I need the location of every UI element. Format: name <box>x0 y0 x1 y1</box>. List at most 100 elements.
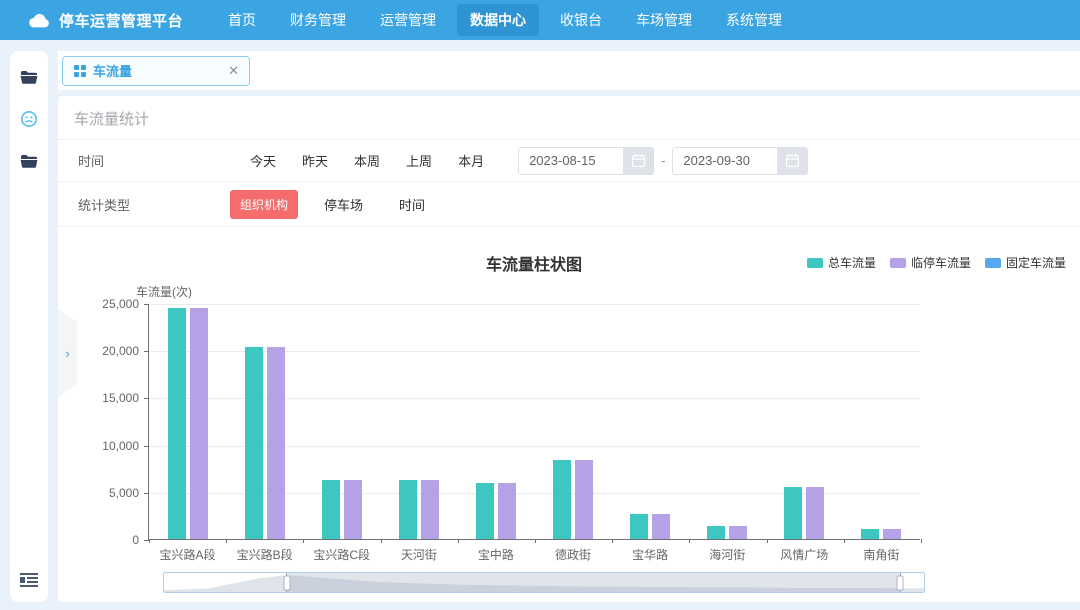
sidebar <box>10 51 48 602</box>
menu-item-财务管理[interactable]: 财务管理 <box>277 4 359 36</box>
legend-item-总车流量[interactable]: 总车流量 <box>807 254 876 271</box>
date-range-separator: - <box>661 153 665 168</box>
bar-临停车流量 <box>344 480 362 539</box>
menu-item-数据中心[interactable]: 数据中心 <box>457 4 539 36</box>
bar-group-宝兴路B段: 宝兴路B段 <box>226 304 303 539</box>
bar-临停车流量 <box>575 460 593 539</box>
x-tick-mark <box>303 539 304 543</box>
x-axis-label: 宝中路 <box>457 546 534 563</box>
start-date-input[interactable] <box>519 153 623 168</box>
bar-group-天河街: 天河街 <box>380 304 457 539</box>
bar-临停车流量 <box>729 526 747 539</box>
bar-临停车流量 <box>652 514 670 539</box>
x-tick-mark <box>612 539 613 543</box>
grid-icon <box>73 64 86 77</box>
tab-traffic-flow[interactable]: 车流量 ✕ <box>62 56 250 86</box>
legend-label: 临停车流量 <box>911 254 971 271</box>
x-tick-mark <box>381 539 382 543</box>
datazoom-slider[interactable] <box>163 572 925 593</box>
app-title: 停车运营管理平台 <box>59 10 183 31</box>
bar-总车流量 <box>245 347 263 539</box>
x-tick-mark <box>226 539 227 543</box>
y-tick-label: 20,000 <box>102 344 139 358</box>
calendar-icon[interactable] <box>623 147 653 175</box>
x-axis-label: 宝兴路C段 <box>303 546 380 563</box>
folder-icon[interactable] <box>19 67 39 87</box>
main-menu: 首页财务管理运营管理数据中心收银台车场管理系统管理 <box>215 4 795 36</box>
chart-header: 车流量柱状图 总车流量临停车流量固定车流量 <box>58 251 1080 275</box>
quick-range-本周[interactable]: 本周 <box>354 151 380 170</box>
indent-list-icon[interactable] <box>19 570 39 590</box>
stat-type-options: 组织机构停车场时间 <box>230 189 435 220</box>
bar-总车流量 <box>707 526 725 539</box>
tab-label: 车流量 <box>93 61 221 80</box>
menu-item-首页[interactable]: 首页 <box>215 4 269 36</box>
tab-strip: 车流量 ✕ <box>58 51 1080 91</box>
bar-总车流量 <box>399 480 417 539</box>
folder-icon[interactable] <box>19 151 39 171</box>
bar-总车流量 <box>784 487 802 539</box>
x-axis-label: 宝兴路A段 <box>149 546 226 563</box>
x-axis-label: 海河街 <box>689 546 766 563</box>
datazoom-right-handle[interactable] <box>897 575 904 590</box>
menu-item-运营管理[interactable]: 运营管理 <box>367 4 449 36</box>
time-label: 时间 <box>58 151 250 170</box>
tab-close-icon[interactable]: ✕ <box>228 63 239 79</box>
bar-临停车流量 <box>190 308 208 539</box>
time-filter-row: 时间 今天 昨天 本周 上周 本月 - <box>58 140 1080 182</box>
legend-item-临停车流量[interactable]: 临停车流量 <box>890 254 971 271</box>
x-tick-mark <box>458 539 459 543</box>
bar-临停车流量 <box>498 483 516 539</box>
end-date-input[interactable] <box>673 153 777 168</box>
quick-range-本月[interactable]: 本月 <box>458 151 484 170</box>
bar-总车流量 <box>476 483 494 539</box>
menu-item-车场管理[interactable]: 车场管理 <box>623 4 705 36</box>
x-tick-mark <box>767 539 768 543</box>
quick-range-今天[interactable]: 今天 <box>250 151 276 170</box>
end-date-box <box>672 147 808 175</box>
y-tick-label: 15,000 <box>102 391 139 405</box>
y-tick-label: 25,000 <box>102 297 139 311</box>
chart-legend: 总车流量 临停车流量固定车流量 <box>807 254 1066 271</box>
x-tick-mark <box>921 539 922 543</box>
datazoom-window[interactable] <box>286 573 902 592</box>
x-tick-mark <box>149 539 150 543</box>
quick-range-昨天[interactable]: 昨天 <box>302 151 328 170</box>
bar-groups: 宝兴路A段宝兴路B段宝兴路C段天河街宝中路德政街宝华路海河街风情广场南角街 <box>149 304 920 539</box>
bar-chart-plot: 05,00010,00015,00020,00025,000宝兴路A段宝兴路B段… <box>148 304 920 540</box>
x-axis-label: 德政街 <box>534 546 611 563</box>
y-tick-label: 0 <box>132 533 139 547</box>
y-tick-label: 10,000 <box>102 439 139 453</box>
bar-临停车流量 <box>806 487 824 539</box>
menu-item-系统管理[interactable]: 系统管理 <box>713 4 795 36</box>
type-option-时间[interactable]: 时间 <box>389 189 435 220</box>
bar-group-宝兴路A段: 宝兴路A段 <box>149 304 226 539</box>
bar-总车流量 <box>630 514 648 539</box>
legend-label: 总车流量 <box>828 254 876 271</box>
legend-marker <box>807 258 823 268</box>
stat-type-label: 统计类型 <box>58 195 230 214</box>
x-axis-label: 宝兴路B段 <box>226 546 303 563</box>
quick-range-上周[interactable]: 上周 <box>406 151 432 170</box>
datazoom-left-handle[interactable] <box>283 575 290 590</box>
type-option-停车场[interactable]: 停车场 <box>314 189 373 220</box>
bar-group-宝中路: 宝中路 <box>457 304 534 539</box>
menu-item-收银台[interactable]: 收银台 <box>547 4 615 36</box>
sidebar-collapse-handle[interactable]: › <box>58 309 77 397</box>
top-nav: 停车运营管理平台 首页财务管理运营管理数据中心收银台车场管理系统管理 <box>0 0 1080 40</box>
bar-临停车流量 <box>421 480 439 539</box>
x-axis-label: 南角街 <box>843 546 920 563</box>
bar-总车流量 <box>861 529 879 539</box>
y-axis-name: 车流量(次) <box>136 283 1080 300</box>
legend-item-固定车流量[interactable]: 固定车流量 <box>985 254 1066 271</box>
cloud-logo-icon <box>28 9 50 31</box>
face-icon[interactable] <box>19 109 39 129</box>
start-date-box <box>518 147 654 175</box>
x-tick-mark <box>844 539 845 543</box>
legend-marker <box>985 258 1001 268</box>
traffic-stats-panel: 车流量统计 时间 今天昨天本周上周本月 - <box>58 96 1080 602</box>
type-option-组织机构[interactable]: 组织机构 <box>230 190 298 219</box>
bar-group-南角街: 南角街 <box>843 304 920 539</box>
calendar-icon[interactable] <box>777 147 807 175</box>
x-axis-label: 天河街 <box>380 546 457 563</box>
